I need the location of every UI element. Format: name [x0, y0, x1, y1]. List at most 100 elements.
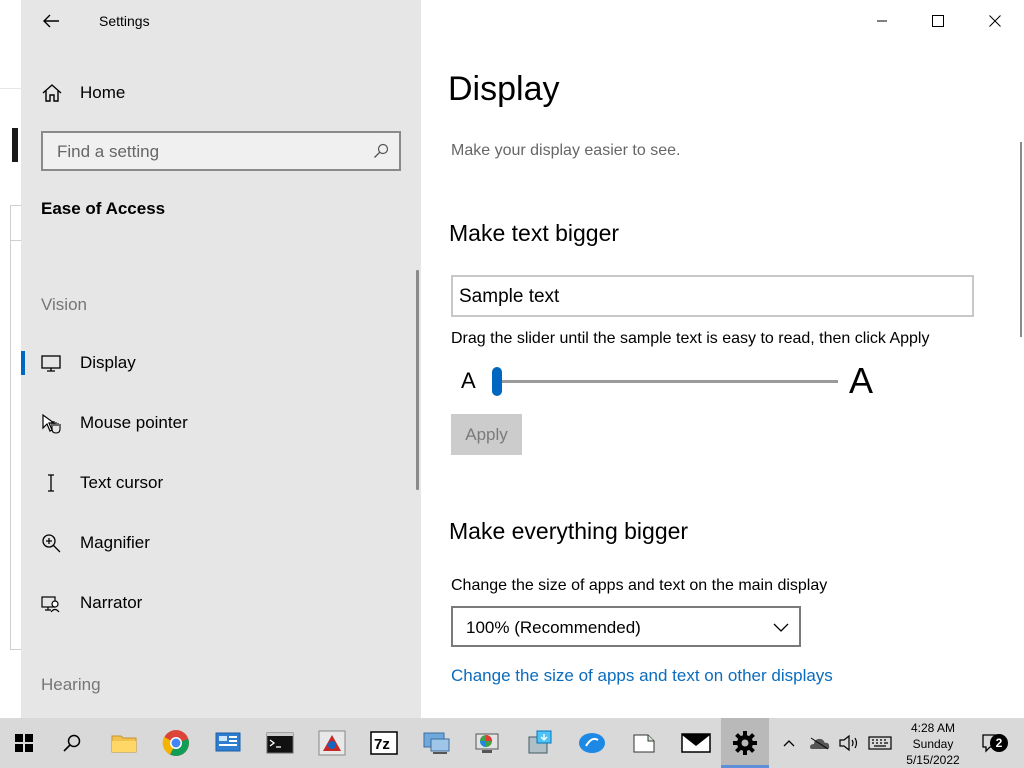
taskbar-file-explorer[interactable]	[100, 718, 148, 768]
make-text-bigger-heading: Make text bigger	[449, 220, 620, 246]
search-input[interactable]: Find a setting	[41, 131, 401, 171]
clock-day: Sunday	[912, 737, 954, 751]
make-everything-bigger-heading: Make everything bigger	[449, 518, 689, 544]
background-panel-edge	[10, 205, 21, 650]
slider-hint: Drag the slider until the sample text is…	[451, 330, 930, 347]
svg-text:7z: 7z	[374, 736, 390, 753]
text-size-slider[interactable]: A A	[451, 358, 881, 404]
sidebar: Settings Home Find a setting Ease of Acc…	[21, 0, 421, 718]
mouse-pointer-icon	[42, 413, 61, 434]
java-app-icon	[318, 730, 346, 756]
control-panel-icon	[215, 732, 241, 752]
search-placeholder: Find a setting	[57, 142, 160, 161]
sidebar-item-label: Display	[80, 353, 136, 372]
taskbar-java-app[interactable]	[308, 718, 356, 768]
section-label-vision: Vision	[41, 295, 87, 314]
back-button[interactable]	[37, 8, 65, 34]
sample-text-box: Sample text	[451, 275, 974, 317]
close-icon	[988, 15, 1001, 27]
network-icon	[423, 732, 450, 754]
sidebar-item-label: Magnifier	[80, 533, 150, 552]
taskbar-network-tool[interactable]	[412, 718, 460, 768]
slider-thumb[interactable]	[492, 367, 502, 396]
category-title: Ease of Access	[41, 199, 166, 218]
settings-window: Settings Home Find a setting Ease of Acc…	[21, 0, 1024, 718]
sample-text: Sample text	[459, 286, 560, 307]
maximize-button[interactable]	[909, 0, 966, 42]
taskbar-command-prompt[interactable]	[256, 718, 304, 768]
main-scrollbar[interactable]	[1020, 142, 1022, 337]
sidebar-item-mouse-pointer[interactable]: Mouse pointer	[21, 399, 417, 445]
installer-icon	[528, 730, 552, 754]
taskbar-clock[interactable]: 4:28 AM Sunday 5/15/2022	[900, 718, 966, 768]
chevron-down-icon	[773, 623, 789, 632]
command-prompt-icon	[266, 732, 294, 754]
volume-icon	[839, 734, 858, 752]
sidebar-item-label: Mouse pointer	[80, 413, 188, 432]
scale-dropdown-value: 100% (Recommended)	[466, 618, 641, 637]
taskbar-control-panel[interactable]	[204, 718, 252, 768]
show-hidden-icons-button[interactable]	[778, 718, 800, 768]
feedback-icon	[579, 733, 605, 753]
apply-button[interactable]: Apply	[451, 414, 522, 455]
magnifier-icon	[42, 534, 61, 553]
background-text-fragment	[12, 128, 18, 162]
selection-indicator	[21, 351, 25, 375]
volume-tray[interactable]	[836, 718, 862, 768]
sidebar-item-narrator[interactable]: Narrator	[21, 579, 417, 625]
section-label-hearing: Hearing	[41, 675, 101, 694]
background-divider	[0, 88, 21, 89]
onedrive-tray[interactable]	[806, 718, 832, 768]
system-info-icon	[475, 733, 499, 753]
slider-track[interactable]	[492, 380, 838, 383]
start-icon	[15, 734, 33, 752]
text-cursor-icon	[48, 474, 54, 492]
taskbar-chrome[interactable]	[152, 718, 200, 768]
search-icon	[374, 143, 389, 158]
maximize-icon	[931, 15, 944, 27]
start-button[interactable]	[0, 718, 48, 768]
clock-time: 4:28 AM	[910, 721, 956, 735]
search-icon	[63, 734, 81, 752]
taskbar-notes[interactable]	[620, 718, 668, 768]
slider-large-a-label: A	[849, 360, 874, 401]
window-title: Settings	[99, 13, 150, 29]
main-content: Display Make your display easier to see.…	[421, 0, 1024, 718]
taskbar: 7z 4:28 AM Sunday 5/15/2022 2	[0, 718, 1024, 768]
taskbar-feedback[interactable]	[568, 718, 616, 768]
action-center-button[interactable]: 2	[976, 718, 1016, 768]
taskbar-settings[interactable]	[721, 718, 769, 768]
minimize-button[interactable]	[853, 0, 910, 42]
keyboard-icon	[868, 736, 892, 750]
sidebar-item-magnifier[interactable]: Magnifier	[21, 519, 417, 565]
home-icon	[42, 84, 62, 102]
other-displays-link[interactable]: Change the size of apps and text on othe…	[451, 666, 833, 686]
background-window	[0, 0, 21, 718]
notification-count-badge: 2	[990, 734, 1008, 752]
scale-dropdown[interactable]: 100% (Recommended)	[451, 606, 801, 647]
sidebar-scrollbar[interactable]	[416, 270, 419, 490]
sidebar-item-display[interactable]: Display	[21, 339, 417, 385]
clock-date: 5/15/2022	[906, 753, 960, 767]
narrator-icon	[41, 596, 60, 613]
chrome-icon	[162, 730, 189, 756]
mail-icon	[681, 733, 711, 753]
taskbar-search-button[interactable]	[48, 718, 96, 768]
taskbar-system-info[interactable]	[464, 718, 512, 768]
monitor-icon	[41, 355, 61, 372]
taskbar-mail[interactable]	[672, 718, 720, 768]
sidebar-home[interactable]: Home	[21, 72, 421, 114]
back-arrow-icon	[43, 14, 59, 28]
close-button[interactable]	[966, 0, 1023, 42]
background-panel-divider	[10, 240, 21, 241]
taskbar-7zip[interactable]: 7z	[360, 718, 408, 768]
chevron-up-icon	[783, 740, 795, 747]
slider-small-a-label: A	[461, 368, 476, 393]
sidebar-item-label: Narrator	[80, 593, 143, 612]
scale-hint: Change the size of apps and text on the …	[451, 577, 828, 594]
minimize-icon	[876, 20, 887, 22]
taskbar-installer[interactable]	[516, 718, 564, 768]
onedrive-icon	[810, 737, 830, 750]
touch-keyboard-tray[interactable]	[866, 718, 894, 768]
sidebar-item-text-cursor[interactable]: Text cursor	[21, 459, 417, 505]
